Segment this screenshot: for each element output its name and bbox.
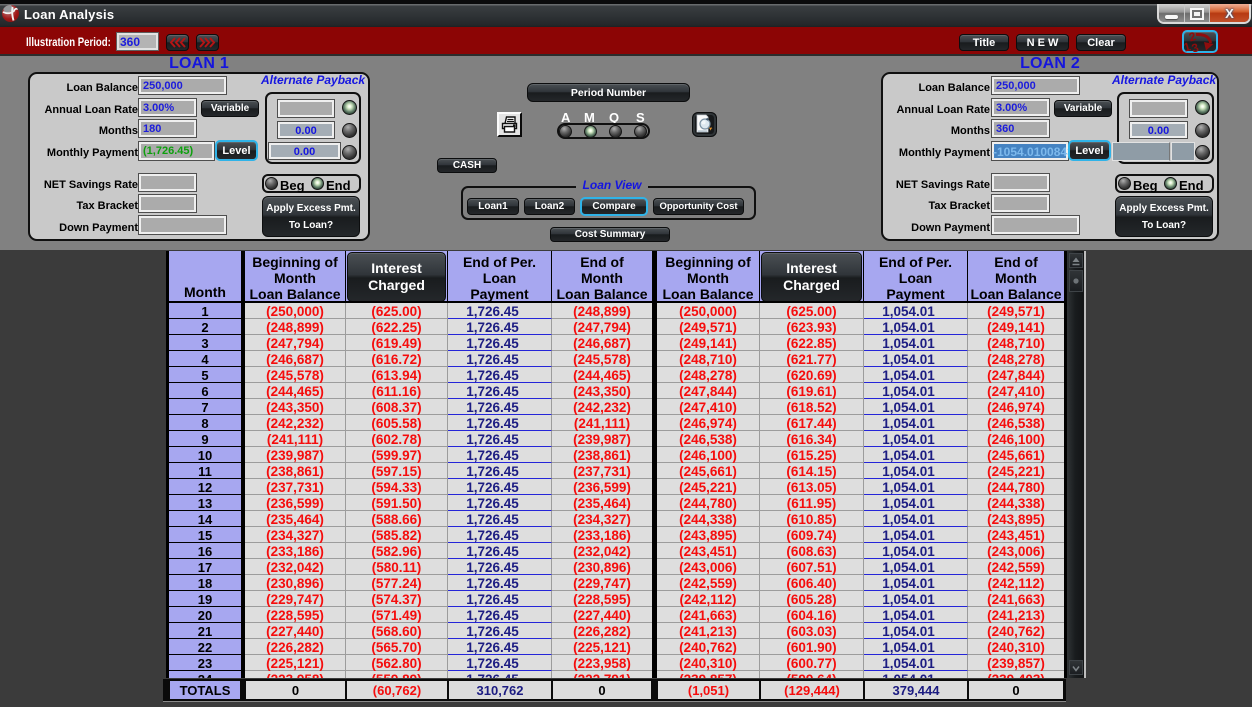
svg-text:3: 3 — [1190, 40, 1201, 52]
